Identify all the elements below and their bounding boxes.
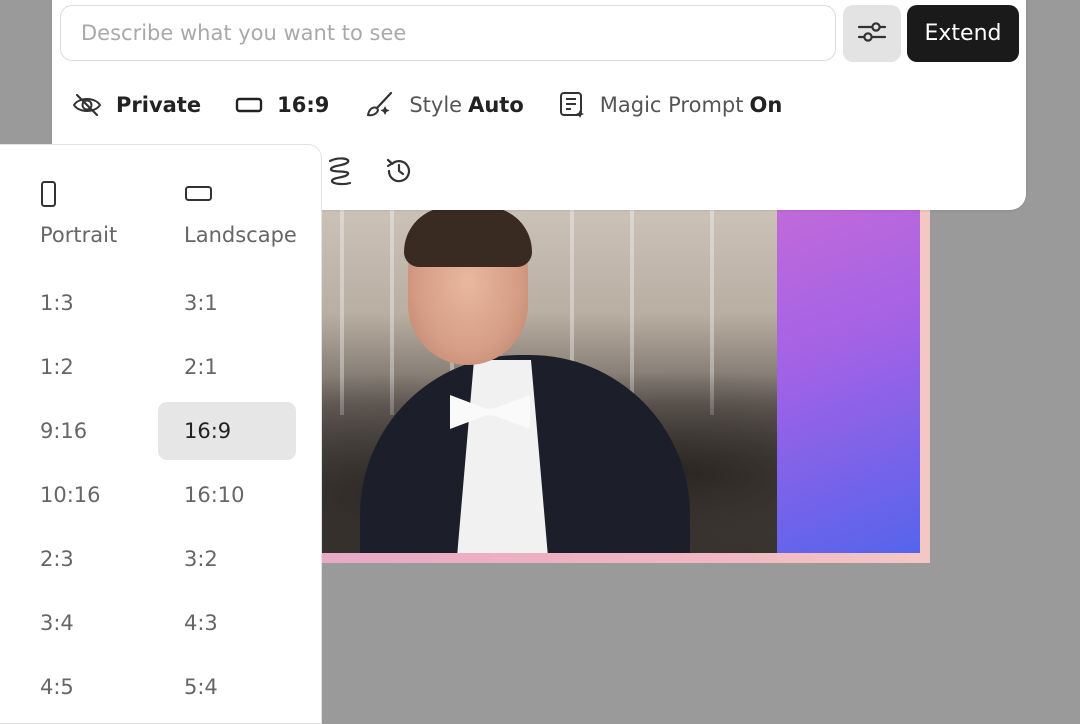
ratio-option-landscape[interactable]: 16:10 [158,466,296,524]
options-row: Private 16:9 Style Auto Magic Prompt On [72,88,816,122]
prompt-input[interactable] [60,5,836,61]
style-label: Style [409,93,463,117]
ratio-option-portrait[interactable]: 1:3 [14,274,152,332]
ratio-option-landscape[interactable]: 3:1 [158,274,296,332]
portrait-header: Portrait [40,177,117,247]
rectangle-icon [235,96,263,114]
landscape-header: Landscape [184,177,297,247]
aspect-ratio-toggle[interactable]: 16:9 [235,93,329,117]
ratio-option-landscape[interactable]: 4:3 [158,594,296,652]
brush-icon [363,90,395,120]
squiggle-icon[interactable] [326,155,354,187]
document-sparkle-icon [558,90,586,120]
landscape-label: Landscape [184,223,297,247]
ratio-option-portrait[interactable]: 10:16 [14,466,152,524]
visibility-toggle[interactable]: Private [72,92,201,118]
style-value: Auto [468,93,524,117]
sliders-icon [857,19,887,49]
portrait-icon [40,177,58,211]
eye-off-icon [72,92,102,118]
ratio-option-landscape[interactable]: 3:2 [158,530,296,588]
ratio-option-landscape[interactable]: 16:9 [158,402,296,460]
photo [300,185,777,553]
portrait-label: Portrait [40,223,118,247]
magic-prompt-value: On [749,93,783,117]
visibility-label: Private [116,93,202,117]
magic-prompt-label: Magic Prompt [599,93,744,117]
settings-button[interactable] [843,5,901,62]
ratio-option-landscape[interactable]: 2:1 [158,338,296,396]
landscape-icon [184,177,214,211]
canvas-frame [300,185,930,563]
aspect-ratio-label: 16:9 [277,93,330,117]
ratio-option-portrait[interactable]: 1:2 [14,338,152,396]
ratio-option-portrait[interactable]: 4:5 [14,658,152,716]
tools-row [326,155,444,187]
extend-button[interactable]: Extend [907,5,1019,62]
ratio-option-landscape[interactable]: 5:4 [158,658,296,716]
ratio-option-portrait[interactable]: 2:3 [14,530,152,588]
history-icon[interactable] [384,156,414,186]
ratio-option-portrait[interactable]: 9:16 [14,402,152,460]
style-toggle[interactable]: Style Auto [363,90,524,120]
canvas-image [300,185,920,553]
magic-prompt-toggle[interactable]: Magic Prompt On [558,90,783,120]
aspect-ratio-menu: Portrait Landscape 1:3 1:2 9:16 10:16 2:3 3:4… [0,144,322,724]
gradient-extension [777,185,920,553]
ratio-option-portrait[interactable]: 3:4 [14,594,152,652]
